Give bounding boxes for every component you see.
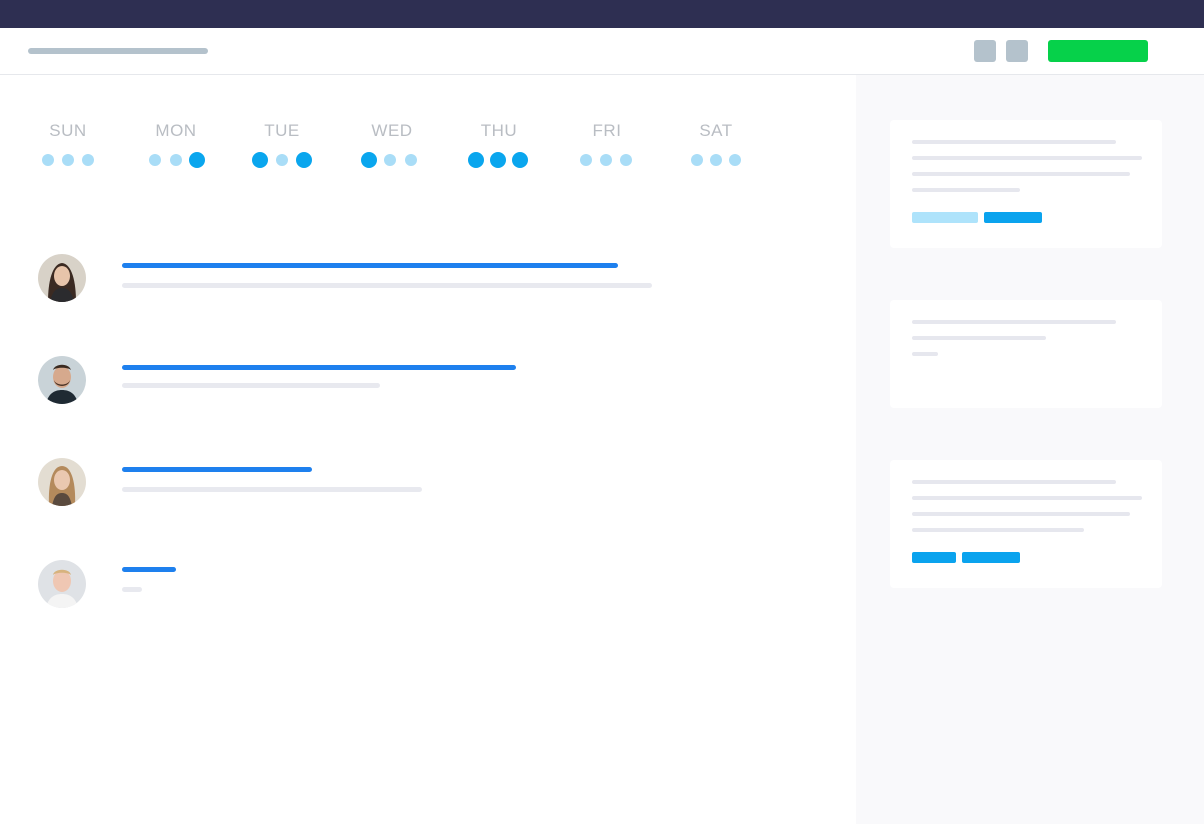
day-sun: SUN (28, 121, 108, 141)
avatar (38, 458, 86, 506)
avatar (38, 254, 86, 302)
activity-dot-inactive (710, 154, 722, 166)
activity-dot-inactive (691, 154, 703, 166)
day-label: MON (155, 121, 197, 140)
avatar (38, 560, 86, 608)
activity-title-placeholder (122, 467, 312, 472)
activity-item[interactable] (38, 356, 738, 406)
activity-detail-placeholder (122, 283, 652, 288)
activity-item[interactable] (38, 254, 738, 304)
activity-detail-placeholder (122, 587, 142, 592)
sidebar-card (890, 300, 1162, 408)
day-wed: WED (352, 121, 432, 141)
card-line-placeholder (912, 496, 1142, 500)
card-line-placeholder (912, 320, 1116, 324)
header-icon-button-1[interactable] (974, 40, 996, 62)
day-label: WED (371, 121, 413, 140)
card-primary-button[interactable] (912, 552, 956, 563)
day-mon: MON (136, 121, 216, 141)
top-bar (0, 0, 1204, 28)
card-primary-button[interactable] (984, 212, 1042, 223)
card-line-placeholder (912, 528, 1084, 532)
day-label: SUN (49, 121, 87, 140)
activity-dot-inactive (729, 154, 741, 166)
page-title-placeholder (28, 48, 208, 54)
activity-detail-placeholder (122, 383, 380, 388)
card-secondary-button[interactable] (912, 212, 978, 223)
header (0, 28, 1204, 75)
activity-title-placeholder (122, 567, 176, 572)
activity-detail-placeholder (122, 487, 422, 492)
card-line-placeholder (912, 352, 938, 356)
activity-title-placeholder (122, 365, 516, 370)
header-icon-button-2[interactable] (1006, 40, 1028, 62)
day-tue: TUE (242, 121, 322, 141)
card-line-placeholder (912, 156, 1142, 160)
day-label: FRI (592, 121, 622, 140)
day-thu: THU (459, 121, 539, 141)
day-sat: SAT (676, 121, 756, 141)
sidebar-card (890, 460, 1162, 588)
activity-item[interactable] (38, 560, 738, 610)
card-line-placeholder (912, 188, 1020, 192)
day-dots-sat (0, 152, 856, 168)
card-line-placeholder (912, 480, 1116, 484)
day-label: THU (480, 121, 518, 140)
card-line-placeholder (912, 336, 1046, 340)
card-line-placeholder (912, 172, 1130, 176)
avatar (38, 356, 86, 404)
card-line-placeholder (912, 512, 1130, 516)
day-label: TUE (264, 121, 300, 140)
activity-item[interactable] (38, 458, 738, 508)
main-content: SUN MON TUE WED THU FRI SAT (0, 75, 856, 824)
card-line-placeholder (912, 140, 1116, 144)
sidebar-card (890, 120, 1162, 248)
card-secondary-button[interactable] (962, 552, 1020, 563)
primary-action-button[interactable] (1048, 40, 1148, 62)
day-fri: FRI (567, 121, 647, 141)
activity-title-placeholder (122, 263, 618, 268)
right-sidebar (856, 75, 1204, 824)
day-label: SAT (699, 121, 733, 140)
